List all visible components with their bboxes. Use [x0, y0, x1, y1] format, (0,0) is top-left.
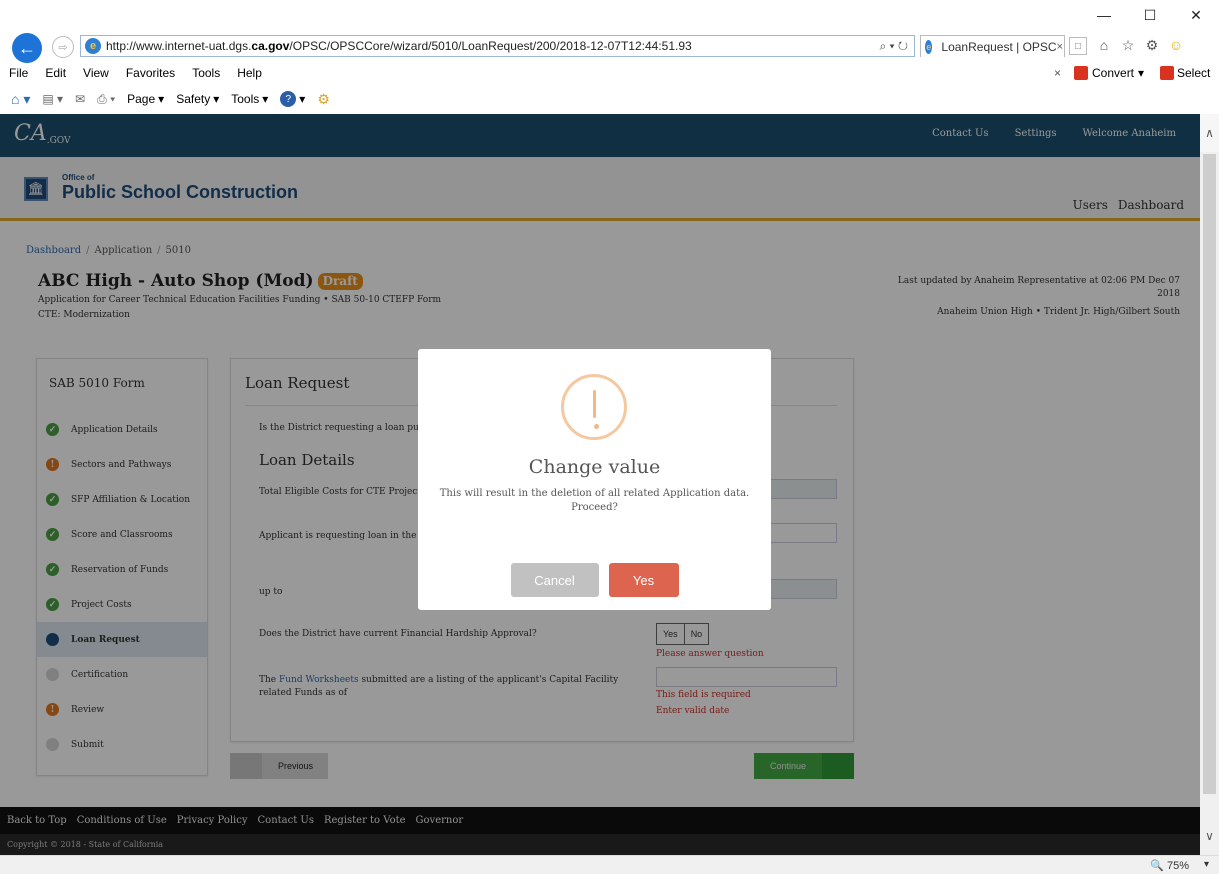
tab-ie-icon: e: [925, 39, 933, 54]
search-refresh-icon[interactable]: ⌕ ▾ ↻: [879, 39, 914, 54]
forward-button[interactable]: ⇨: [52, 36, 74, 58]
convert-label: Convert: [1092, 66, 1135, 80]
feedback-smiley-icon[interactable]: ☺: [1167, 37, 1185, 54]
toolbar-icons: ⌂ ☆ ⚙ ☺: [1095, 37, 1185, 54]
menu-bar: File Edit View Favorites Tools Help × Co…: [0, 62, 1219, 84]
close-window-button[interactable]: ✕: [1173, 0, 1219, 30]
url-suffix: /OPSC/OPSCCore/wizard/5010/LoanRequest/2…: [289, 39, 692, 53]
help-menu[interactable]: ? ▾: [274, 91, 311, 107]
dialog-title: Change value: [528, 456, 661, 478]
pdf-convert-icon: [1074, 66, 1088, 80]
change-value-dialog: Change value This will result in the del…: [418, 349, 771, 610]
tools-menu[interactable]: Tools ▾: [225, 92, 274, 106]
page-menu-label: Page: [127, 92, 156, 106]
cancel-button[interactable]: Cancel: [510, 563, 599, 597]
settings-gear-icon[interactable]: ⚙: [1143, 37, 1161, 54]
minimize-button[interactable]: —: [1081, 0, 1127, 30]
menu-edit[interactable]: Edit: [37, 66, 75, 80]
browser-tab[interactable]: e LoanRequest | OPSC ×: [920, 35, 1065, 57]
select-label: Select: [1177, 66, 1211, 80]
new-tab-button[interactable]: □: [1069, 37, 1087, 55]
status-bar: 🔍 75% ▾: [0, 855, 1219, 874]
scroll-down-arrow-icon[interactable]: ∨: [1200, 817, 1219, 855]
address-bar[interactable]: e http://www.internet-uat.dgs.ca.gov/OPS…: [80, 35, 915, 57]
scroll-up-arrow-icon[interactable]: ∧: [1200, 114, 1219, 152]
url-text[interactable]: http://www.internet-uat.dgs.ca.gov/OPSC/…: [106, 39, 879, 53]
feeds-icon[interactable]: ▤ ▾: [36, 92, 69, 106]
menu-help[interactable]: Help: [229, 66, 271, 80]
dialog-message: This will result in the deletion of all …: [439, 488, 750, 513]
menu-view[interactable]: View: [75, 66, 118, 80]
print-icon[interactable]: ⎙ ▾: [91, 92, 121, 107]
vertical-scrollbar[interactable]: ∧ ∨: [1200, 114, 1219, 855]
home-cmd-icon[interactable]: ⌂ ▾: [0, 91, 36, 108]
tools-menu-label: Tools: [231, 92, 260, 106]
help-icon: ?: [280, 91, 297, 107]
convert-button[interactable]: Convert ▾: [1074, 66, 1144, 80]
command-bar: ⌂ ▾ ▤ ▾ ✉ ⎙ ▾ Page ▾ Safety ▾ Tools ▾ ? …: [0, 86, 1219, 112]
home-icon[interactable]: ⌂: [1095, 37, 1113, 54]
select-button[interactable]: Select: [1160, 66, 1210, 80]
maximize-button[interactable]: ☐: [1127, 0, 1173, 30]
menu-favorites[interactable]: Favorites: [118, 66, 184, 80]
addon-gear-icon[interactable]: ⚙: [311, 91, 336, 108]
menu-file[interactable]: File: [0, 66, 37, 80]
scroll-thumb[interactable]: [1203, 154, 1216, 794]
back-button[interactable]: ←: [12, 33, 42, 63]
mail-icon[interactable]: ✉: [69, 92, 91, 106]
url-prefix: http://www.internet-uat.dgs.: [106, 39, 252, 53]
warning-exclamation-icon: [561, 374, 627, 440]
favorites-star-icon[interactable]: ☆: [1119, 37, 1137, 54]
menu-close-icon[interactable]: ×: [1054, 66, 1061, 80]
url-domain: ca.gov: [251, 39, 290, 53]
tab-title: LoanRequest | OPSC: [941, 39, 1057, 54]
zoom-level[interactable]: 🔍 75%: [1150, 859, 1189, 872]
window-controls: — ☐ ✕: [1081, 0, 1219, 30]
dialog-actions: Cancel Yes: [418, 563, 771, 597]
menu-tools[interactable]: Tools: [184, 66, 229, 80]
safety-menu-label: Safety: [176, 92, 211, 106]
page-viewport: CA.GOV Contact Us Settings Welcome Anahe…: [0, 114, 1200, 855]
browser-titlebar: — ☐ ✕: [0, 0, 1219, 38]
page-menu[interactable]: Page ▾: [121, 92, 170, 106]
tab-close-icon[interactable]: ×: [1057, 41, 1064, 53]
safety-menu[interactable]: Safety ▾: [170, 92, 225, 106]
ie-icon: e: [85, 38, 101, 54]
pdf-select-icon: [1160, 66, 1174, 80]
zoom-dropdown-icon[interactable]: ▾: [1204, 859, 1209, 870]
zoom-value: 75%: [1166, 860, 1189, 872]
yes-button[interactable]: Yes: [608, 563, 679, 597]
